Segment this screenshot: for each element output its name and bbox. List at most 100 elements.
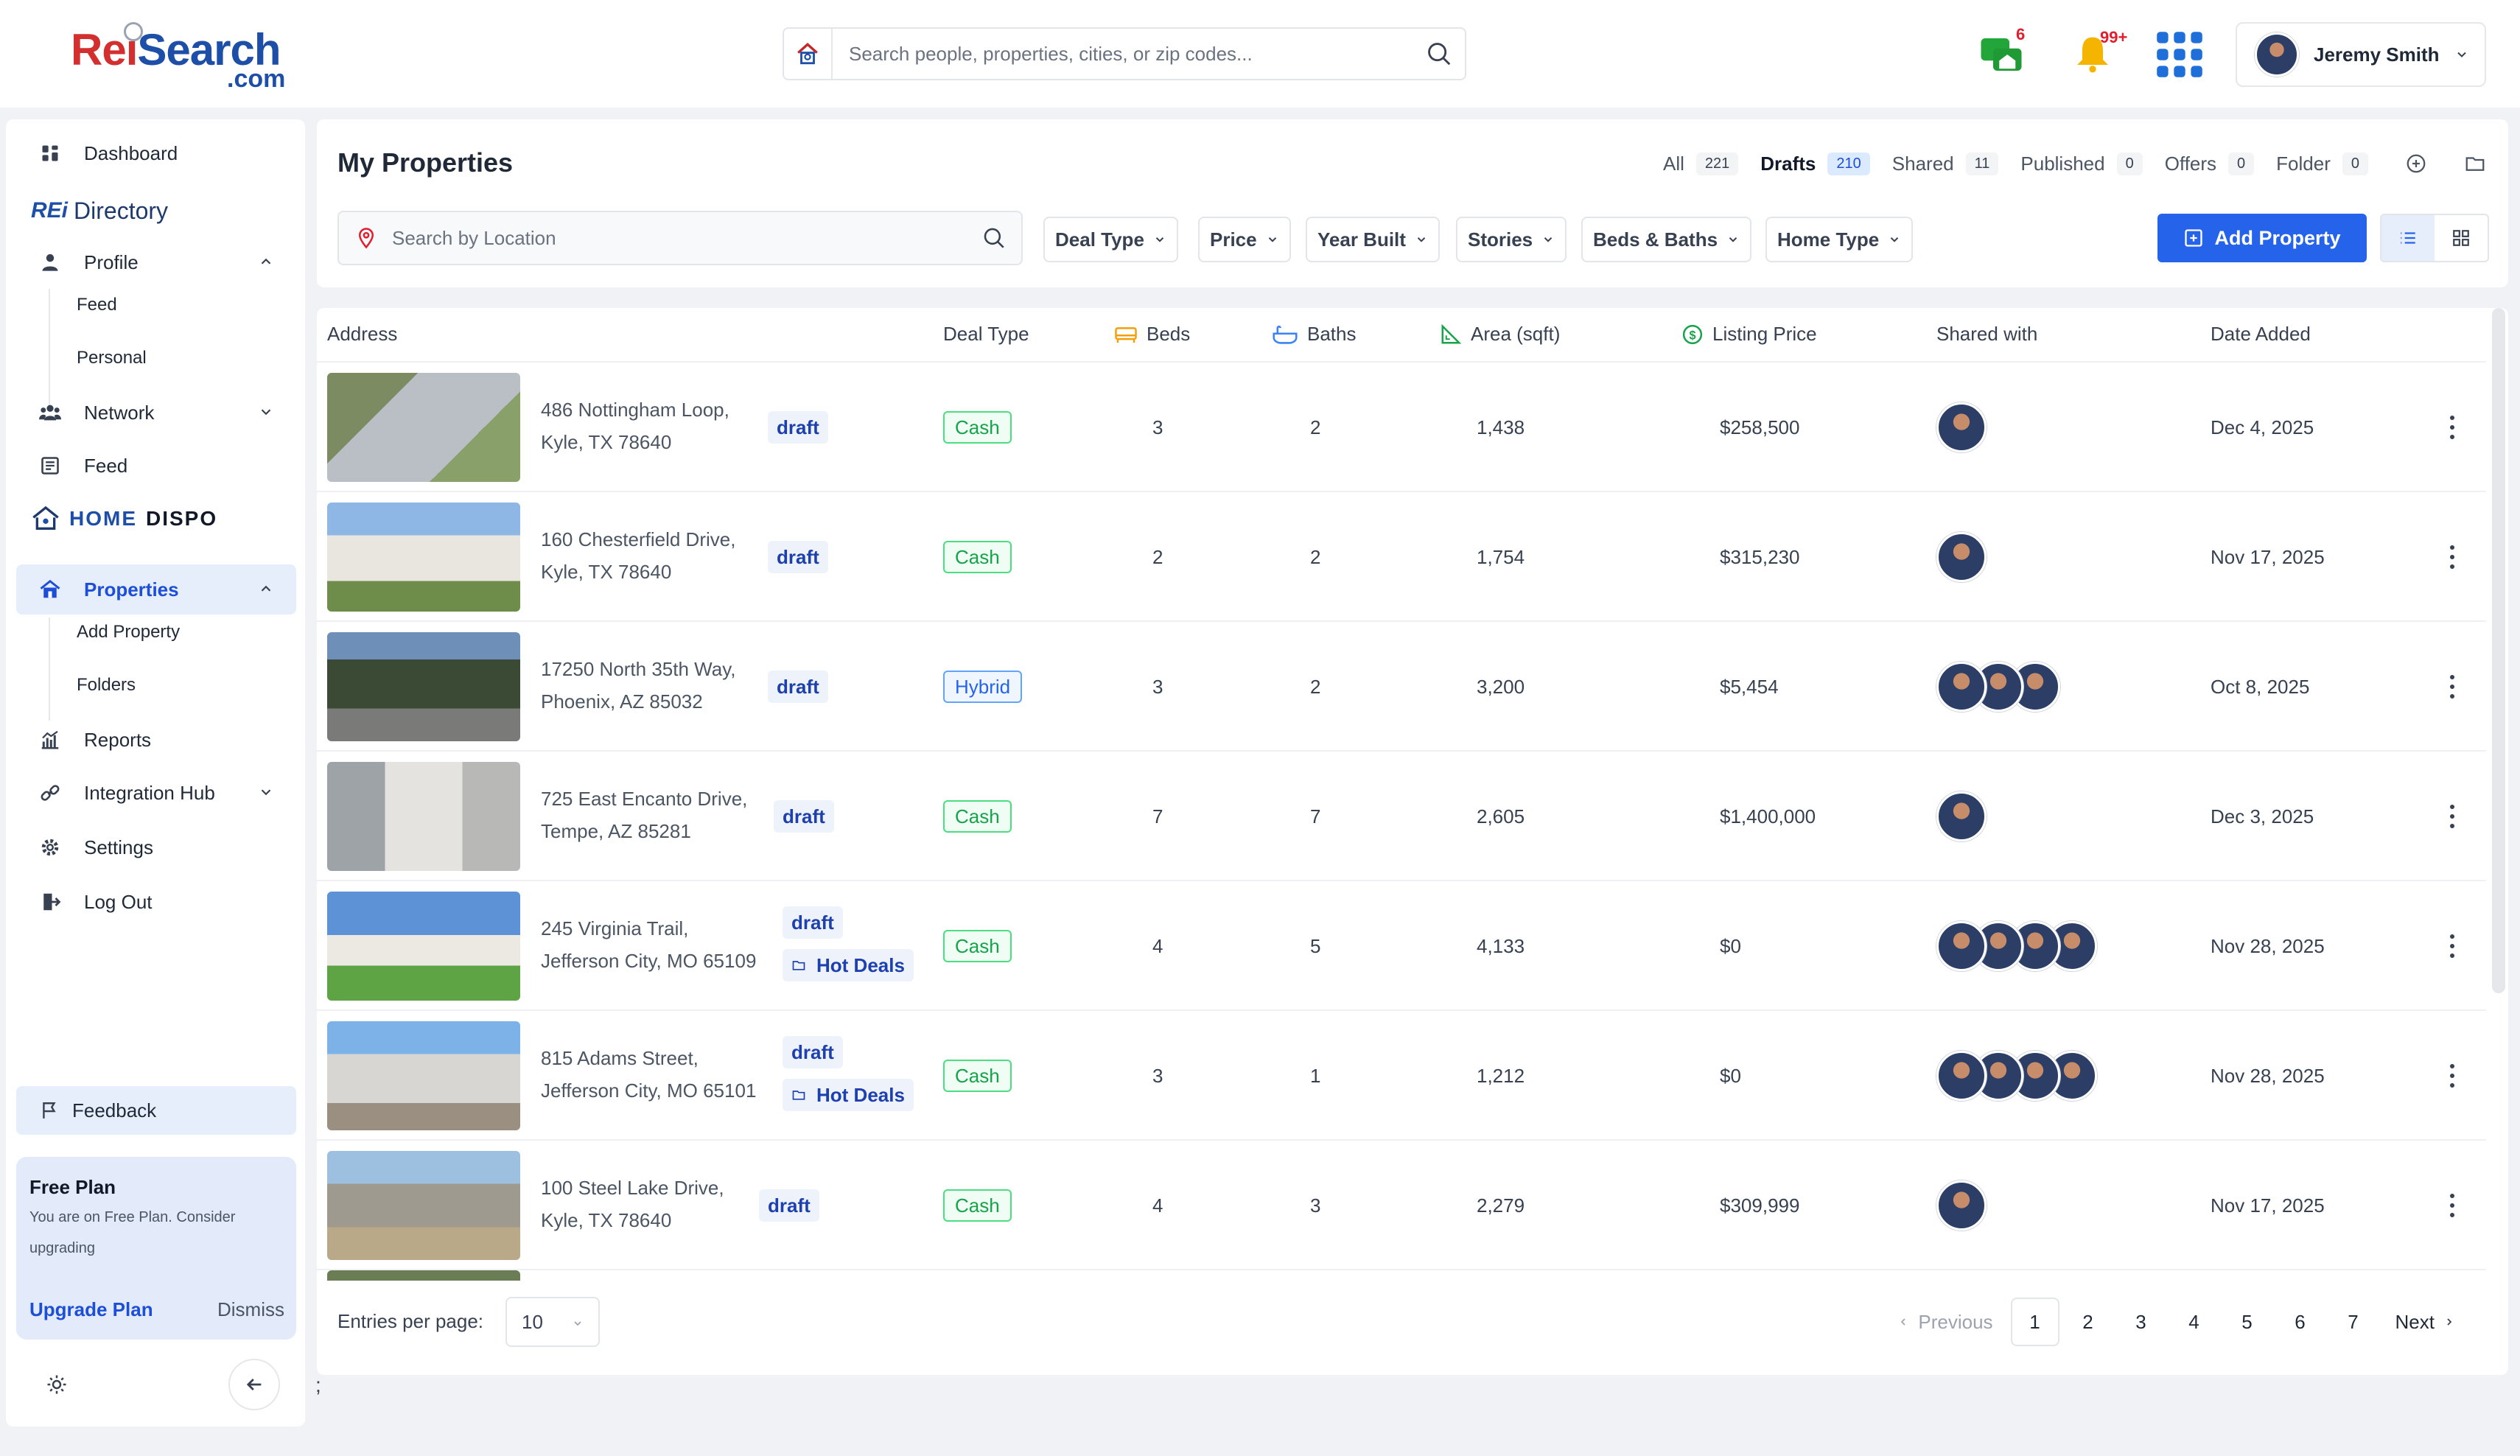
filter-stories[interactable]: Stories — [1456, 217, 1567, 262]
page-button-4[interactable]: 4 — [2170, 1298, 2219, 1346]
page-button-2[interactable]: 2 — [2064, 1298, 2113, 1346]
column-area[interactable]: Area (sqft) — [1440, 323, 1560, 346]
property-thumbnail[interactable] — [327, 632, 520, 741]
filter-price[interactable]: Price — [1198, 217, 1291, 262]
entries-per-page-select[interactable]: 10 — [505, 1297, 600, 1347]
grid-view-icon[interactable] — [2435, 215, 2488, 261]
shared-with-avatars[interactable] — [1936, 662, 2060, 712]
sidebar-item-integration-hub[interactable]: Integration Hub — [16, 768, 296, 818]
shared-with-avatars[interactable] — [1936, 1051, 2097, 1101]
column-shared-with[interactable]: Shared with — [1936, 323, 2037, 346]
shared-with-avatars[interactable] — [1936, 921, 2097, 971]
column-baths[interactable]: Baths — [1272, 323, 1357, 346]
property-thumbnail[interactable] — [327, 892, 520, 1001]
sidebar-subitem-feed[interactable]: Feed — [77, 290, 117, 320]
sidebar-item-home-dispo[interactable]: HOME DISPO — [31, 497, 217, 541]
sidebar-item-dashboard[interactable]: Dashboard — [16, 128, 296, 178]
folder-tag[interactable]: Hot Deals — [783, 949, 914, 981]
list-view-icon[interactable] — [2381, 215, 2435, 261]
column-date-added[interactable]: Date Added — [2211, 323, 2311, 346]
shared-with-avatars[interactable] — [1936, 791, 1987, 841]
property-address[interactable]: 486 Nottingham Loop, Kyle, TX 78640 — [541, 393, 729, 458]
more-options-icon[interactable] — [2445, 1061, 2460, 1091]
sidebar-item-network[interactable]: Network — [16, 388, 296, 438]
tab-all[interactable]: All 221 — [1663, 152, 1739, 175]
table-row[interactable]: 100 Steel Lake Drive, Kyle, TX 78640 draft… — [317, 1141, 2486, 1270]
property-address[interactable]: 725 East Encanto Drive, Tempe, AZ 85281 — [541, 783, 747, 847]
tab-drafts[interactable]: Drafts 210 — [1760, 152, 1870, 175]
table-row[interactable]: 486 Nottingham Loop, Kyle, TX 78640 draft C… — [317, 363, 2486, 492]
filter-beds-baths[interactable]: Beds & Baths — [1581, 217, 1752, 262]
sidebar-item-properties[interactable]: Properties — [16, 564, 296, 615]
filter-deal-type[interactable]: Deal Type — [1043, 217, 1178, 262]
sidebar-subitem-folders[interactable]: Folders — [77, 671, 136, 700]
theme-toggle-icon[interactable] — [31, 1359, 83, 1410]
more-options-icon[interactable] — [2445, 931, 2460, 961]
shared-with-avatars[interactable] — [1936, 532, 1987, 582]
table-row[interactable]: 815 Adams Street, Jefferson City, MO 6510… — [317, 1011, 2486, 1141]
feedback-button[interactable]: Feedback — [16, 1086, 296, 1135]
property-thumbnail[interactable] — [327, 762, 520, 871]
tab-folder[interactable]: Folder 0 — [2276, 152, 2368, 175]
table-row[interactable]: 725 East Encanto Drive, Tempe, AZ 85281 dr… — [317, 752, 2486, 881]
column-deal-type[interactable]: Deal Type — [943, 323, 1029, 346]
sidebar-item-feed[interactable]: Feed — [16, 441, 296, 491]
property-address[interactable]: 245 Virginia Trail, Jefferson City, MO 65… — [541, 912, 756, 977]
property-thumbnail[interactable] — [327, 503, 520, 612]
column-address[interactable]: Address — [327, 323, 397, 346]
column-beds[interactable]: Beds — [1114, 323, 1190, 346]
sidebar-item-rei-directory[interactable]: REi Directory — [31, 189, 168, 233]
more-options-icon[interactable] — [2445, 802, 2460, 831]
column-listing-price[interactable]: $ Listing Price — [1681, 323, 1817, 346]
previous-page-button[interactable]: Previous — [1884, 1298, 2006, 1346]
tab-offers[interactable]: Offers 0 — [2165, 152, 2255, 175]
notifications-icon[interactable]: 99+ — [2063, 27, 2127, 83]
table-row[interactable]: 245 Virginia Trail, Jefferson City, MO 65… — [317, 881, 2486, 1011]
collapse-sidebar-icon[interactable] — [228, 1359, 280, 1410]
property-thumbnail[interactable] — [327, 373, 520, 482]
more-options-icon[interactable] — [2445, 1191, 2460, 1220]
filter-year-built[interactable]: Year Built — [1306, 217, 1440, 262]
property-address[interactable]: 160 Chesterfield Drive, Kyle, TX 78640 — [541, 523, 735, 588]
dismiss-button[interactable]: Dismiss — [217, 1298, 284, 1321]
shared-with-avatars[interactable] — [1936, 402, 1987, 452]
add-property-button[interactable]: Add Property — [2157, 214, 2367, 262]
search-input[interactable]: Search people, properties, cities, or zi… — [833, 43, 1413, 66]
location-search-input[interactable]: Search by Location — [377, 227, 981, 250]
page-button-3[interactable]: 3 — [2117, 1298, 2166, 1346]
sidebar-item-settings[interactable]: Settings — [16, 822, 296, 872]
user-menu[interactable]: Jeremy Smith — [2236, 22, 2486, 87]
next-page-button[interactable]: Next — [2382, 1298, 2468, 1346]
sidebar-item-reports[interactable]: Reports — [16, 715, 296, 765]
upgrade-plan-button[interactable]: Upgrade Plan — [29, 1298, 153, 1321]
table-row[interactable]: 17250 North 35th Way, Phoenix, AZ 85032 dr… — [317, 622, 2486, 752]
page-button-1[interactable]: 1 — [2010, 1298, 2059, 1346]
property-thumbnail[interactable] — [327, 1151, 520, 1260]
global-search[interactable]: Search people, properties, cities, or zi… — [783, 27, 1466, 80]
location-search[interactable]: Search by Location — [337, 211, 1023, 265]
folder-tag[interactable]: Hot Deals — [783, 1079, 914, 1111]
table-scrollbar[interactable] — [2488, 308, 2508, 1285]
tab-shared[interactable]: Shared 11 — [1892, 152, 1999, 175]
tab-published[interactable]: Published 0 — [2020, 152, 2143, 175]
sidebar-item-logout[interactable]: Log Out — [16, 877, 296, 927]
more-options-icon[interactable] — [2445, 413, 2460, 442]
more-options-icon[interactable] — [2445, 672, 2460, 701]
messages-icon[interactable]: 6 — [1972, 25, 2031, 83]
property-address[interactable]: 100 Steel Lake Drive, Kyle, TX 78640 — [541, 1172, 724, 1236]
shared-with-avatars[interactable] — [1936, 1180, 1987, 1231]
logo[interactable]: ReiSearch .com — [71, 22, 292, 93]
property-address[interactable]: 17250 North 35th Way, Phoenix, AZ 85032 — [541, 653, 735, 718]
sidebar-subitem-personal[interactable]: Personal — [77, 343, 147, 373]
page-button-6[interactable]: 6 — [2276, 1298, 2325, 1346]
search-icon[interactable] — [1413, 28, 1465, 80]
page-button-7[interactable]: 7 — [2329, 1298, 2378, 1346]
sidebar-item-profile[interactable]: Profile — [16, 237, 296, 287]
apps-grid-icon[interactable] — [2150, 27, 2209, 83]
more-options-icon[interactable] — [2445, 542, 2460, 572]
table-row[interactable]: 160 Chesterfield Drive, Kyle, TX 78640 dra… — [317, 492, 2486, 622]
folder-icon[interactable] — [2464, 153, 2486, 175]
page-button-5[interactable]: 5 — [2223, 1298, 2272, 1346]
filter-home-type[interactable]: Home Type — [1765, 217, 1914, 262]
search-icon[interactable] — [981, 225, 1007, 251]
